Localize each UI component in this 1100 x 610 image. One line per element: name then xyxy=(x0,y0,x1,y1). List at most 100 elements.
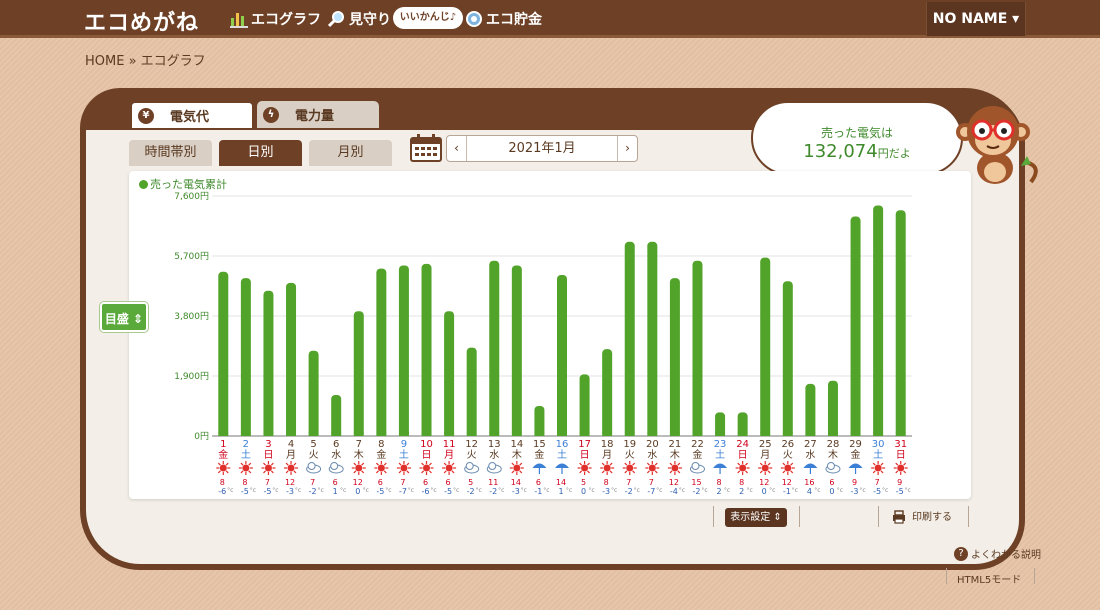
bar-base xyxy=(624,432,635,436)
sun-ray xyxy=(353,462,357,466)
html5-mode-link[interactable]: HTML5モード xyxy=(957,571,1021,586)
sun-ray xyxy=(872,470,876,474)
high-temp-label: 9 xyxy=(897,478,902,487)
sun-icon xyxy=(264,464,272,472)
weekday-label: 土 xyxy=(873,448,883,461)
high-temp-label: 8 xyxy=(242,478,247,487)
weekday-label: 水 xyxy=(331,449,341,461)
bar xyxy=(647,241,658,436)
temp-unit-label: °c xyxy=(476,487,482,494)
low-temp-label: -5 xyxy=(263,487,271,496)
sun-ray xyxy=(880,462,884,466)
y-tick-label: 1,900円 xyxy=(174,371,209,382)
weekday-label: 水 xyxy=(805,449,815,461)
weekday-label: 木 xyxy=(670,449,680,461)
sun-ray xyxy=(270,470,274,474)
sun-icon xyxy=(513,464,521,472)
bar xyxy=(805,383,816,436)
sun-ray xyxy=(225,462,229,466)
high-temp-label: 7 xyxy=(649,478,654,487)
x-tick-label: 10 xyxy=(420,439,433,450)
weekday-label: 日 xyxy=(580,450,590,461)
x-tick-label: 29 xyxy=(849,439,862,450)
sun-ray xyxy=(609,470,613,474)
weekday-label: 木 xyxy=(828,449,838,461)
bar xyxy=(353,311,364,436)
x-tick-label: 1 xyxy=(220,439,226,450)
sun-ray xyxy=(421,470,425,474)
sun-ray xyxy=(745,470,749,474)
sun-ray xyxy=(903,470,907,474)
sun-ray xyxy=(790,470,794,474)
bar xyxy=(557,274,567,436)
weekday-label: 水 xyxy=(489,449,499,461)
high-temp-label: 7 xyxy=(310,478,315,487)
bar-base xyxy=(692,432,703,436)
bar xyxy=(444,311,455,436)
bar xyxy=(624,241,635,436)
scale-button[interactable]: 目盛 ⇕ xyxy=(100,302,148,332)
sun-ray xyxy=(293,462,297,466)
weekday-label: 水 xyxy=(647,449,657,461)
sun-ray xyxy=(872,462,876,466)
help-link[interactable]: ? よくわかる説明 xyxy=(954,546,1041,561)
weekday-label: 土 xyxy=(241,448,251,461)
sun-icon xyxy=(219,464,227,472)
printer-icon xyxy=(893,510,905,524)
sun-ray xyxy=(406,462,410,466)
sun-ray xyxy=(624,462,628,466)
bar-base xyxy=(263,432,274,436)
sun-ray xyxy=(767,470,771,474)
sun-ray xyxy=(451,470,455,474)
bar xyxy=(489,260,500,436)
bar xyxy=(308,350,319,436)
low-temp-label: -6 xyxy=(218,487,226,496)
bar-base xyxy=(895,432,906,436)
bar xyxy=(421,263,432,436)
cloud-icon-puff xyxy=(465,462,474,470)
sun-ray xyxy=(443,470,447,474)
temp-unit-label: °c xyxy=(363,487,369,494)
low-temp-label: 0 xyxy=(581,487,586,496)
x-tick-label: 22 xyxy=(691,439,704,450)
x-tick-label: 20 xyxy=(646,439,659,450)
x-tick-label: 8 xyxy=(378,439,384,450)
weekday-label: 金 xyxy=(376,448,386,461)
bar-base xyxy=(421,432,432,436)
divider xyxy=(1034,568,1035,584)
x-tick-label: 5 xyxy=(310,439,316,450)
temp-unit-label: °c xyxy=(521,487,527,494)
low-temp-label: 1 xyxy=(558,487,563,496)
sun-ray xyxy=(519,462,523,466)
sun-ray xyxy=(767,462,771,466)
print-button[interactable]: 印刷する xyxy=(890,508,964,527)
bar xyxy=(782,281,793,436)
sun-ray xyxy=(263,470,267,474)
bar-base xyxy=(669,432,680,436)
sun-icon xyxy=(671,464,679,472)
x-tick-label: 14 xyxy=(510,439,523,450)
display-settings-button[interactable]: 表示設定 ⇕ xyxy=(725,508,787,527)
sun-ray xyxy=(511,462,515,466)
x-tick-label: 9 xyxy=(401,439,407,450)
temp-unit-label: °c xyxy=(837,487,843,494)
sun-ray xyxy=(745,462,749,466)
x-tick-label: 25 xyxy=(759,439,772,450)
x-tick-label: 31 xyxy=(894,439,907,450)
temp-unit-label: °c xyxy=(656,487,662,494)
high-temp-label: 5 xyxy=(581,478,586,487)
low-temp-label: -4 xyxy=(670,487,678,496)
x-tick-label: 15 xyxy=(533,439,546,450)
x-tick-label: 26 xyxy=(781,439,794,450)
temp-unit-label: °c xyxy=(769,487,775,494)
high-temp-label: 15 xyxy=(691,478,701,487)
low-temp-label: -5 xyxy=(896,487,904,496)
high-temp-label: 6 xyxy=(378,478,383,487)
sun-ray xyxy=(609,462,613,466)
umbrella-icon xyxy=(713,463,728,468)
bar-base xyxy=(240,432,251,436)
bar-base xyxy=(760,432,771,436)
x-tick-label: 3 xyxy=(265,439,271,450)
low-temp-label: 2 xyxy=(739,487,744,496)
low-temp-label: -1 xyxy=(783,487,791,496)
